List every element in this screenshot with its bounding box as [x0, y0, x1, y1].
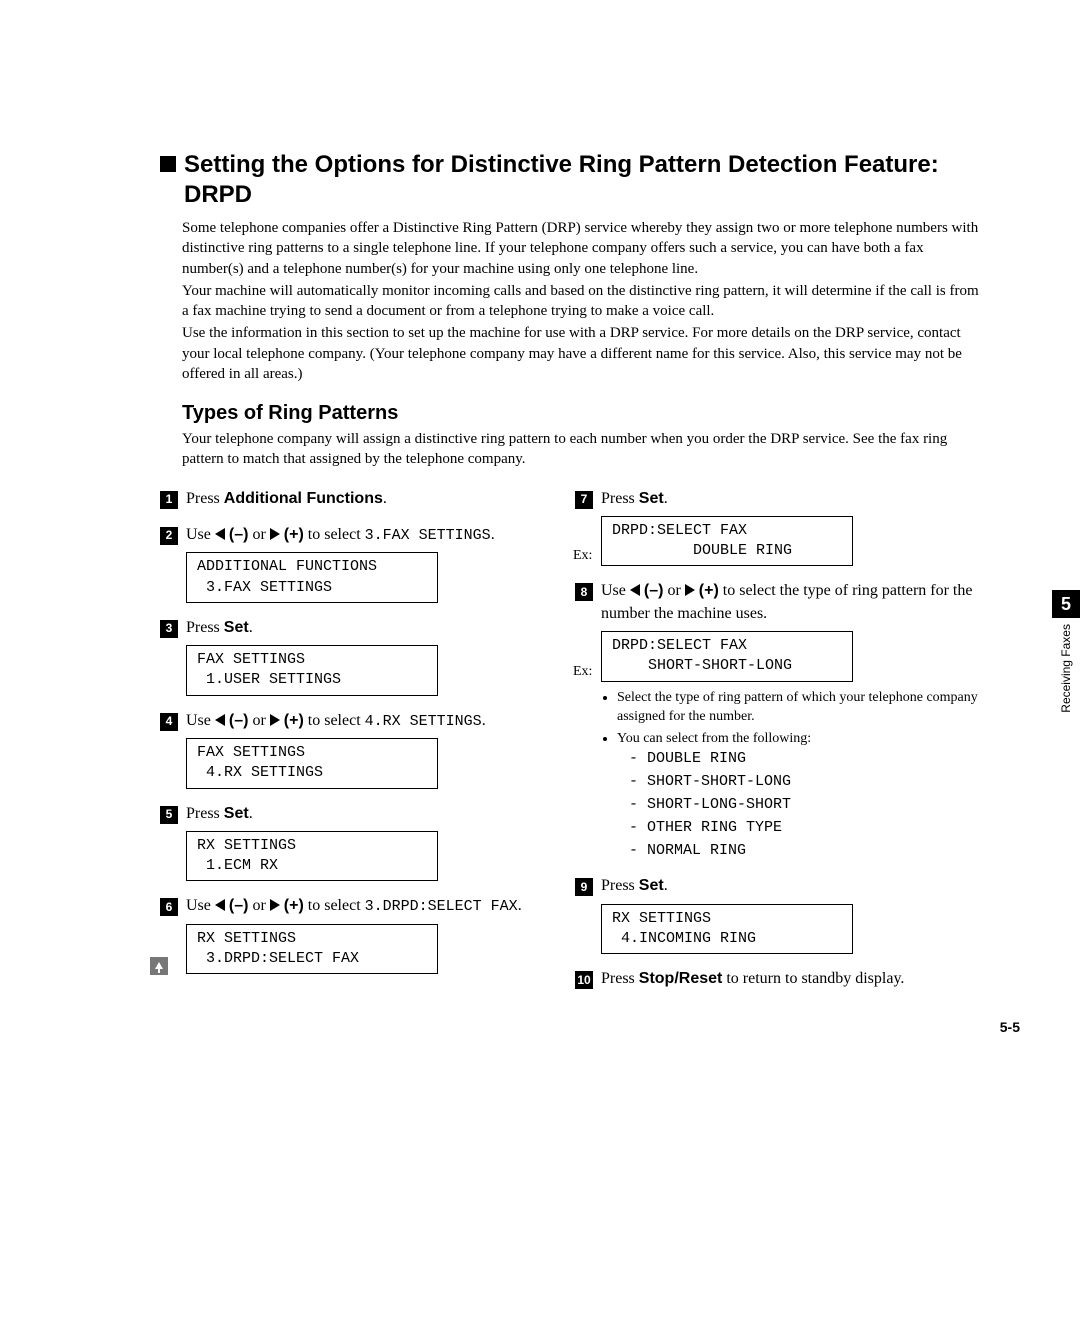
ring-option: SHORT-LONG-SHORT	[629, 794, 980, 815]
lcd-display: DRPD:SELECT FAX DOUBLE RING	[601, 516, 853, 567]
subsection-intro: Your telephone company will assign a dis…	[182, 429, 980, 470]
step-text: Press Set.	[601, 875, 980, 897]
intro-para: Some telephone companies offer a Distinc…	[182, 218, 980, 279]
step-5: 5 Press Set. RX SETTINGS 1.ECM RX	[160, 803, 565, 882]
step-text: Use (–) or (+) to select the type of rin…	[601, 580, 980, 625]
left-arrow-icon	[215, 528, 225, 540]
step-number-icon: 3	[160, 620, 178, 638]
chapter-number-badge: 5	[1052, 590, 1080, 618]
step-1: 1 Press Additional Functions.	[160, 488, 565, 510]
step-10: 10 Press Stop/Reset to return to standby…	[575, 968, 980, 990]
intro-para: Use the information in this section to s…	[182, 323, 980, 384]
note-item: You can select from the following: DOUBL…	[617, 729, 980, 862]
right-arrow-icon	[685, 584, 695, 596]
lcd-display: DRPD:SELECT FAX SHORT-SHORT-LONG	[601, 631, 853, 682]
page-number: 5-5	[1000, 1019, 1020, 1035]
step-notes: Select the type of ring pattern of which…	[601, 688, 980, 862]
lcd-display: RX SETTINGS 1.ECM RX	[186, 831, 438, 882]
example-label: Ex:	[573, 548, 592, 564]
step-8: 8 Use (–) or (+) to select the type of r…	[575, 580, 980, 861]
right-arrow-icon	[270, 899, 280, 911]
ring-option: DOUBLE RING	[629, 748, 980, 769]
step-text: Use (–) or (+) to select 3.FAX SETTINGS.	[186, 524, 565, 546]
right-column: 7 Press Set. Ex: DRPD:SELECT FAX DOUBLE …	[575, 488, 980, 1005]
step-text: Use (–) or (+) to select 3.DRPD:SELECT F…	[186, 895, 565, 917]
step-9: 9 Press Set. RX SETTINGS 4.INCOMING RING	[575, 875, 980, 954]
note-item: Select the type of ring pattern of which…	[617, 688, 980, 727]
step-number-icon: 6	[160, 898, 178, 916]
ring-option: SHORT-SHORT-LONG	[629, 771, 980, 792]
step-text: Press Set.	[186, 617, 565, 639]
section-intro: Some telephone companies offer a Distinc…	[182, 218, 980, 384]
step-number-icon: 4	[160, 713, 178, 731]
step-number-icon: 8	[575, 583, 593, 601]
step-6: 6 Use (–) or (+) to select 3.DRPD:SELECT…	[160, 895, 565, 974]
intro-para: Your machine will automatically monitor …	[182, 281, 980, 322]
example-label: Ex:	[573, 664, 592, 680]
step-2: 2 Use (–) or (+) to select 3.FAX SETTING…	[160, 524, 565, 603]
section-title: Setting the Options for Distinctive Ring…	[160, 150, 980, 210]
step-4: 4 Use (–) or (+) to select 4.RX SETTINGS…	[160, 710, 565, 789]
side-chapter-tab: 5 Receiving Faxes	[1052, 590, 1080, 713]
lcd-display: FAX SETTINGS 1.USER SETTINGS	[186, 645, 438, 696]
lcd-display: RX SETTINGS 3.DRPD:SELECT FAX	[186, 924, 438, 975]
step-text: Press Additional Functions.	[186, 488, 565, 510]
step-text: Press Set.	[186, 803, 565, 825]
step-number-icon: 9	[575, 878, 593, 896]
subsection-title: Types of Ring Patterns	[182, 402, 980, 425]
right-arrow-icon	[270, 528, 280, 540]
square-bullet-icon	[160, 156, 176, 172]
step-number-icon: 5	[160, 806, 178, 824]
left-column: 1 Press Additional Functions. 2 Use (–) …	[160, 488, 565, 1005]
page: Setting the Options for Distinctive Ring…	[0, 0, 1080, 1065]
left-arrow-icon	[215, 714, 225, 726]
step-number-icon: 7	[575, 491, 593, 509]
back-to-top-icon[interactable]	[150, 957, 168, 975]
step-text: Press Stop/Reset to return to standby di…	[601, 968, 980, 990]
left-arrow-icon	[630, 584, 640, 596]
step-number-icon: 1	[160, 491, 178, 509]
step-number-icon: 2	[160, 527, 178, 545]
right-arrow-icon	[270, 714, 280, 726]
step-7: 7 Press Set. Ex: DRPD:SELECT FAX DOUBLE …	[575, 488, 980, 567]
ring-option: OTHER RING TYPE	[629, 817, 980, 838]
chapter-label: Receiving Faxes	[1059, 624, 1073, 713]
section-title-text: Setting the Options for Distinctive Ring…	[184, 150, 980, 210]
step-3: 3 Press Set. FAX SETTINGS 1.USER SETTING…	[160, 617, 565, 696]
step-text: Press Set.	[601, 488, 980, 510]
step-number-icon: 10	[575, 971, 593, 989]
step-text: Use (–) or (+) to select 4.RX SETTINGS.	[186, 710, 565, 732]
ring-option: NORMAL RING	[629, 840, 980, 861]
lcd-display: FAX SETTINGS 4.RX SETTINGS	[186, 738, 438, 789]
left-arrow-icon	[215, 899, 225, 911]
steps-columns: 1 Press Additional Functions. 2 Use (–) …	[160, 488, 980, 1005]
lcd-display: ADDITIONAL FUNCTIONS 3.FAX SETTINGS	[186, 552, 438, 603]
lcd-display: RX SETTINGS 4.INCOMING RING	[601, 904, 853, 955]
